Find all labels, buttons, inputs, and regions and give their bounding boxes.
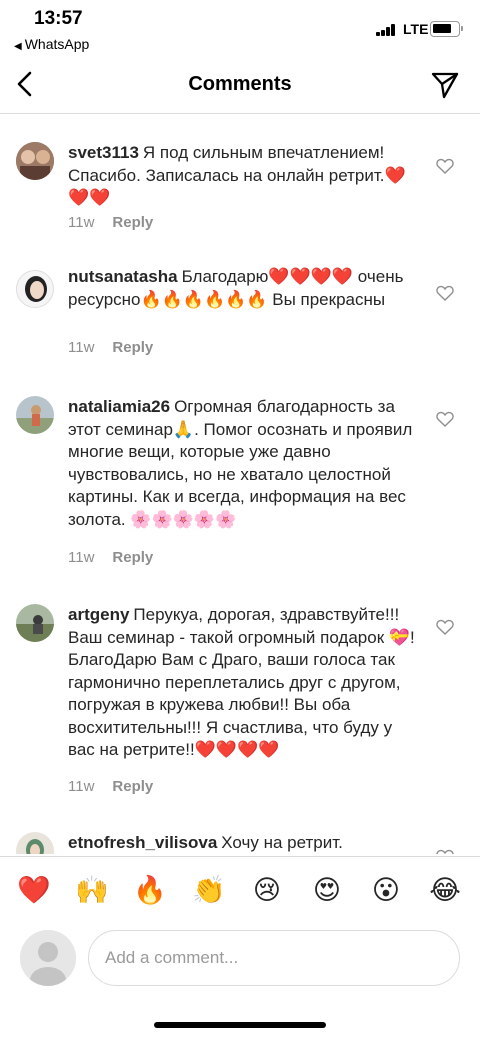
reply-button[interactable]: Reply [112, 214, 153, 231]
comment-username[interactable]: nutsanatasha [68, 267, 178, 286]
like-heart-icon[interactable] [436, 411, 454, 427]
comment-text: etnofresh_vilisova Хочу на ретрит. [68, 832, 420, 854]
reply-button[interactable]: Reply [112, 778, 153, 795]
back-triangle-icon: ◀ [14, 41, 22, 52]
comment-time: 11w [68, 339, 95, 356]
avatar[interactable] [16, 270, 54, 308]
comment-content: Хочу на ретрит. [221, 833, 343, 852]
status-bar: 13:57 ◀ WhatsApp LTE [0, 0, 480, 56]
comment-meta: 11w Reply [68, 339, 153, 356]
back-app-label: WhatsApp [24, 36, 90, 52]
top-nav-bar: Comments [0, 56, 480, 114]
home-indicator[interactable] [154, 1022, 326, 1028]
emoji-clapping-hands-button[interactable]: 👏 [192, 873, 226, 907]
avatar[interactable] [16, 142, 54, 180]
comment-text: nataliamia26 Огромная благодарность за эт… [68, 396, 420, 531]
comment-username[interactable]: artgeny [68, 605, 129, 624]
page-title: Comments [188, 73, 292, 95]
avatar[interactable] [16, 832, 54, 854]
add-comment-input[interactable] [88, 930, 460, 986]
avatar[interactable] [16, 604, 54, 642]
like-heart-icon[interactable] [436, 849, 454, 854]
comments-list: svet3113 Я под сильным впечатлением! Спас… [0, 114, 480, 854]
battery-icon [430, 21, 463, 37]
comment-meta: 11w Reply [68, 778, 153, 795]
comment-time: 11w [68, 778, 95, 795]
comment-text: svet3113 Я под сильным впечатлением! Спас… [68, 142, 420, 210]
emoji-red-heart-button[interactable]: ❤️ [17, 873, 51, 907]
comment-time: 11w [68, 549, 95, 566]
comment-content: Огромная благодарность за этот семинар🙏.… [68, 397, 413, 529]
emoji-crying-face-button[interactable]: 😢 [250, 873, 284, 907]
direct-send-icon[interactable] [430, 70, 460, 100]
comment-meta: 11w Reply [68, 214, 153, 231]
emoji-surprised-face-button[interactable]: 😮 [369, 873, 403, 907]
comment-content: Перукуа, дорогая, здравствуйте!!! Ваш се… [68, 605, 415, 759]
like-heart-icon[interactable] [436, 158, 454, 174]
emoji-raising-hands-button[interactable]: 🙌 [75, 873, 109, 907]
emoji-heart-eyes-button[interactable]: 😍 [310, 873, 344, 907]
status-time: 13:57 [34, 8, 83, 29]
reply-button[interactable]: Reply [112, 339, 153, 356]
avatar[interactable] [16, 396, 54, 434]
like-heart-icon[interactable] [436, 619, 454, 635]
cellular-signal-icon [376, 24, 398, 36]
comment-meta: 11w Reply [68, 549, 153, 566]
comment-username[interactable]: svet3113 [68, 143, 139, 162]
comment-username[interactable]: nataliamia26 [68, 397, 170, 416]
comment-time: 11w [68, 214, 95, 231]
back-to-app-link[interactable]: ◀ WhatsApp [14, 36, 89, 52]
current-user-avatar [20, 930, 76, 986]
comment-text: artgeny Перукуа, дорогая, здравствуйте!!!… [68, 604, 420, 762]
emoji-quick-bar: ❤️ 🙌 🔥 👏 😢 😍 😮 😂 [0, 856, 480, 924]
emoji-tears-of-joy-button[interactable]: 😂 [428, 873, 462, 907]
comment-text: nutsanatasha Благодарю❤️❤️❤️❤️ очень ресу… [68, 266, 420, 311]
reply-button[interactable]: Reply [112, 549, 153, 566]
comment-username[interactable]: etnofresh_vilisova [68, 833, 217, 852]
like-heart-icon[interactable] [436, 285, 454, 301]
emoji-fire-button[interactable]: 🔥 [133, 873, 167, 907]
network-type: LTE [403, 21, 429, 37]
